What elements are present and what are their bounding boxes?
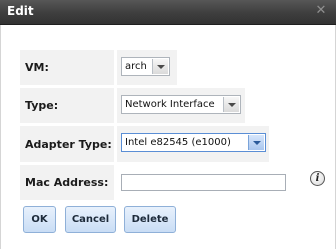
ok-button[interactable]: OK <box>23 206 56 233</box>
mac-address-label: Mac Address: <box>20 165 114 200</box>
mac-address-field-cell <box>117 165 293 200</box>
adapter-type-select-value: Intel e82545 (e1000) <box>125 137 231 148</box>
chevron-down-icon <box>157 65 165 69</box>
button-bar: OK Cancel Delete <box>1 206 336 236</box>
cancel-button[interactable]: Cancel <box>65 206 116 233</box>
adapter-type-field-cell: Intel e82545 (e1000) <box>117 126 269 162</box>
edit-form: VM: arch Type: Network Interface Adapter… <box>0 25 336 249</box>
type-select[interactable]: Network Interface <box>121 95 241 114</box>
type-field-cell: Network Interface <box>117 88 245 123</box>
chevron-down-icon <box>228 103 236 107</box>
type-select-value: Network Interface <box>125 99 215 110</box>
vm-select-value: arch <box>125 61 147 72</box>
type-label: Type: <box>20 88 114 123</box>
close-icon[interactable]: ✕ <box>315 4 327 18</box>
adapter-type-select[interactable]: Intel e82545 (e1000) <box>121 133 266 152</box>
window-title: Edit <box>7 4 34 18</box>
vm-select[interactable]: arch <box>121 57 170 76</box>
adapter-type-label: Adapter Type: <box>20 126 114 162</box>
adapter-type-select-trigger[interactable] <box>248 135 264 150</box>
type-select-trigger[interactable] <box>223 97 239 112</box>
mac-address-input[interactable] <box>121 174 286 191</box>
window-titlebar: Edit ✕ <box>0 0 336 25</box>
info-icon[interactable]: i <box>310 171 325 186</box>
vm-field-cell: arch <box>117 50 177 85</box>
vm-label: VM: <box>20 50 114 85</box>
vm-select-trigger[interactable] <box>152 59 168 74</box>
chevron-down-icon <box>253 141 261 145</box>
delete-button[interactable]: Delete <box>124 206 176 233</box>
